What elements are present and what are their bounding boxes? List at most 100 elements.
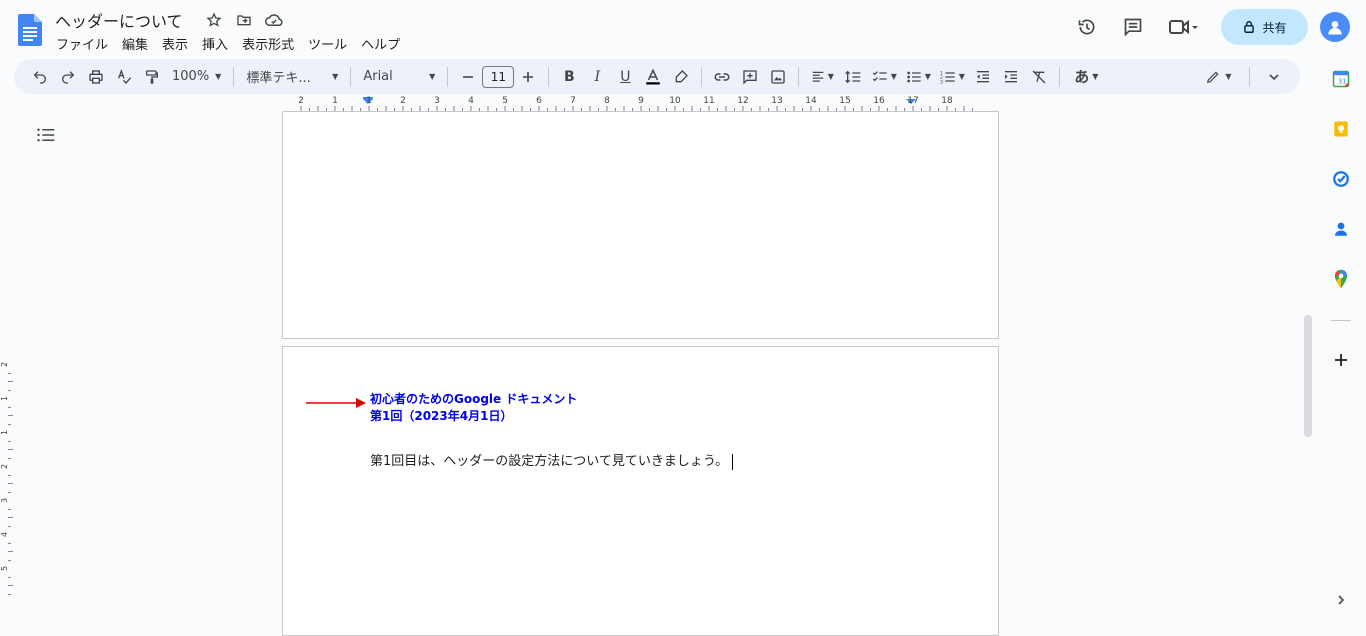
add-comment-icon[interactable]	[736, 63, 764, 91]
calendar-icon[interactable]: 31	[1330, 68, 1352, 90]
vruler-tick	[8, 389, 11, 391]
top-bar: ヘッダーについて ファイル 編集 表示 挿入 表示形式 ツール ヘルプ 共有	[0, 0, 1366, 56]
expand-panel-icon[interactable]	[1330, 589, 1352, 611]
star-icon[interactable]	[204, 10, 224, 30]
tasks-icon[interactable]	[1330, 168, 1352, 190]
side-panel-divider	[1331, 320, 1351, 321]
undo-icon[interactable]	[26, 63, 54, 91]
menu-view[interactable]: 表示	[162, 32, 195, 55]
ruler-label: 7	[570, 96, 576, 106]
checklist-icon[interactable]: ▼	[867, 63, 901, 91]
font-size-input[interactable]: 11	[482, 65, 515, 88]
page-header[interactable]: 初心者のためのGoogle ドキュメント 第1回（2023年4月1日）	[370, 391, 577, 425]
vertical-ruler[interactable]: 2 1 1 2 3 4 5	[0, 340, 14, 625]
ruler-label: 1	[332, 96, 338, 106]
vruler-tick	[8, 508, 11, 510]
text-color-icon[interactable]	[639, 63, 667, 91]
collapse-menu-icon[interactable]	[1260, 63, 1288, 91]
document-page-1[interactable]	[282, 112, 999, 339]
menu-insert[interactable]: 挿入	[202, 32, 235, 55]
plus-icon	[523, 71, 534, 82]
cloud-status-icon[interactable]	[264, 10, 284, 30]
increase-indent-icon[interactable]	[997, 63, 1025, 91]
keep-icon[interactable]	[1330, 118, 1352, 140]
link-icon[interactable]	[708, 63, 736, 91]
annotation-arrow-icon	[304, 395, 368, 414]
ruler-label: 11	[703, 96, 715, 106]
caret-down-icon: ▼	[890, 72, 897, 81]
vruler-tick	[8, 551, 13, 552]
document-title[interactable]: ヘッダーについて	[55, 8, 183, 32]
side-panel: 31	[1316, 56, 1366, 625]
ruler-label: 9	[638, 96, 644, 106]
print-icon[interactable]	[82, 63, 110, 91]
underline-icon[interactable]: U	[611, 63, 639, 91]
vruler-label: 3	[0, 497, 10, 504]
ruler-label: 10	[669, 96, 681, 106]
italic-icon[interactable]: I	[583, 63, 611, 91]
bulleted-list-icon[interactable]: ▼	[901, 63, 935, 91]
spellcheck-icon[interactable]	[110, 63, 138, 91]
lock-icon	[1244, 21, 1255, 33]
menu-edit[interactable]: 編集	[122, 32, 155, 55]
increase-font-size-button[interactable]	[514, 63, 542, 91]
document-page-2[interactable]: 初心者のためのGoogle ドキュメント 第1回（2023年4月1日） 第1回目…	[282, 346, 999, 636]
version-history-icon[interactable]	[1069, 9, 1105, 45]
meet-icon[interactable]	[1161, 9, 1205, 45]
align-icon[interactable]: ▼	[805, 63, 839, 91]
share-button[interactable]: 共有	[1221, 9, 1308, 45]
bold-icon[interactable]: B	[555, 63, 583, 91]
editing-mode-icon[interactable]: ▼	[1199, 63, 1239, 91]
ruler-label: 17	[907, 96, 919, 106]
ruler-label: 14	[805, 96, 817, 106]
numbered-list-icon[interactable]: 123 ▼	[935, 63, 969, 91]
redo-icon[interactable]	[54, 63, 82, 91]
ruler-label: 18	[941, 96, 953, 106]
vruler-tick	[8, 474, 11, 476]
text-cursor	[732, 453, 734, 470]
maps-icon[interactable]	[1330, 268, 1352, 290]
ruler-label: 1	[366, 96, 372, 106]
comments-icon[interactable]	[1115, 9, 1151, 45]
vertical-scrollbar[interactable]	[1304, 315, 1312, 437]
add-addon-icon[interactable]	[1330, 349, 1352, 371]
menu-tools[interactable]: ツール	[308, 32, 354, 55]
toolbar-divider	[233, 66, 235, 87]
ruler-label: 3	[434, 96, 440, 106]
move-folder-icon[interactable]	[234, 10, 254, 30]
account-avatar[interactable]	[1320, 12, 1350, 42]
docs-logo-icon[interactable]	[18, 14, 42, 46]
vruler-tick	[8, 449, 13, 450]
paint-format-icon[interactable]	[138, 63, 166, 91]
line-spacing-icon[interactable]	[839, 63, 867, 91]
caret-down-icon: ▼	[958, 72, 965, 81]
style-select[interactable]: 標準テキ... ▼	[240, 63, 344, 91]
input-tool-label: あ	[1074, 68, 1090, 86]
vruler-tick	[8, 525, 11, 527]
contacts-icon[interactable]	[1330, 218, 1352, 240]
vruler-tick	[8, 381, 13, 382]
menu-format[interactable]: 表示形式	[242, 32, 301, 55]
decrease-font-size-button[interactable]	[454, 63, 482, 91]
ruler-label: 12	[737, 96, 749, 106]
body-text: 第1回目は、ヘッダーの設定方法について見ていきましょう。	[370, 454, 729, 469]
body-paragraph[interactable]: 第1回目は、ヘッダーの設定方法について見ていきましょう。	[370, 450, 734, 470]
document-outline-icon[interactable]	[37, 127, 55, 147]
ruler-label: 4	[468, 96, 474, 106]
highlight-icon[interactable]	[667, 63, 695, 91]
vruler-tick	[8, 457, 11, 459]
input-tools-button[interactable]: あ ▼	[1066, 63, 1106, 91]
vruler-tick	[8, 576, 11, 578]
font-select[interactable]: Arial ▼	[357, 63, 441, 91]
vruler-tick	[8, 491, 11, 493]
menu-help[interactable]: ヘルプ	[361, 32, 407, 55]
vruler-label: 1	[0, 429, 10, 436]
menu-file[interactable]: ファイル	[56, 32, 115, 55]
clear-formatting-icon[interactable]	[1025, 63, 1053, 91]
ruler-label: 16	[873, 96, 885, 106]
horizontal-ruler[interactable]: 2 1 1 2 3 4 5 6 7 8 9 10 11 12 13 14 15 16 17 18	[283, 96, 999, 112]
zoom-select[interactable]: 100% ▼	[166, 63, 227, 91]
insert-image-icon[interactable]	[764, 63, 792, 91]
toolbar-divider	[701, 66, 703, 87]
decrease-indent-icon[interactable]	[969, 63, 997, 91]
